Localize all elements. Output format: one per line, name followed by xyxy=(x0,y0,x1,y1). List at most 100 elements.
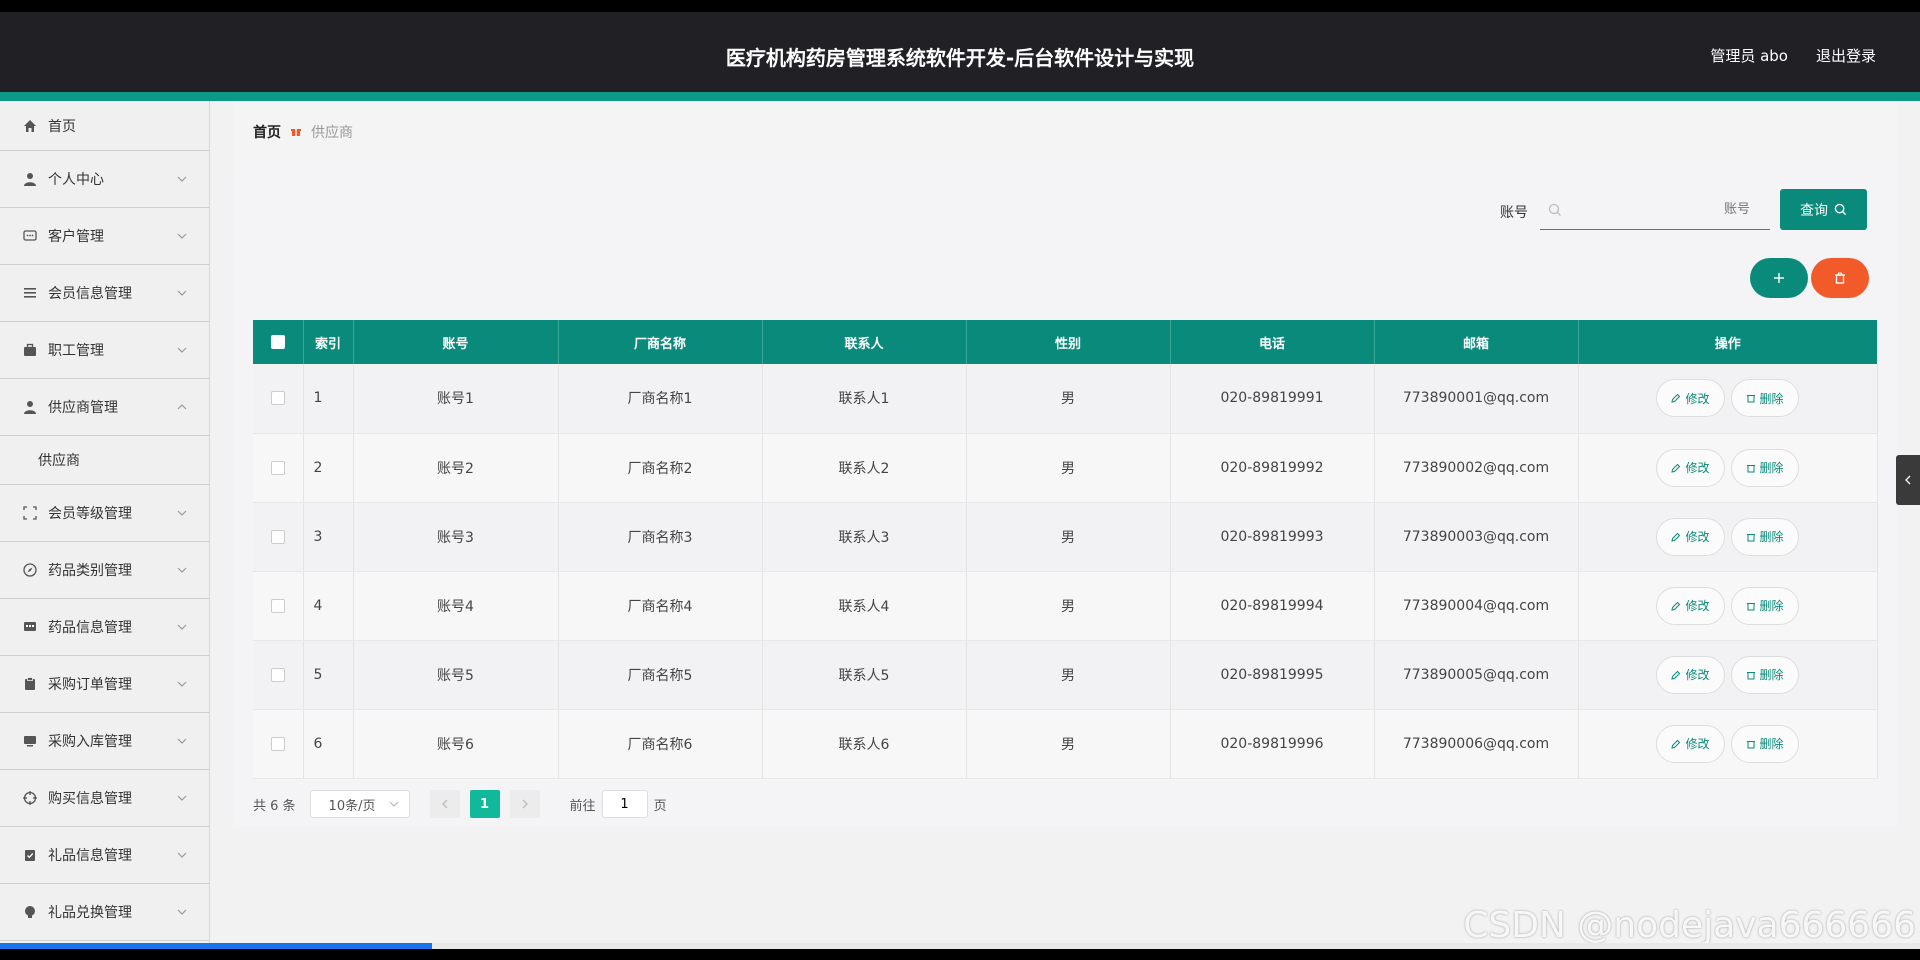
row-select-cell[interactable] xyxy=(253,709,304,779)
search-box[interactable] xyxy=(1540,190,1770,230)
edit-button[interactable]: 修改 xyxy=(1656,379,1725,418)
trash-icon xyxy=(1746,671,1755,679)
sidebar-item-12[interactable]: 礼品信息管理 xyxy=(0,827,209,884)
trash-icon xyxy=(1746,533,1755,541)
table-cell: 男 xyxy=(966,364,1171,434)
sidebar-item-6[interactable]: 会员等级管理 xyxy=(0,485,209,542)
breadcrumb-home[interactable]: 首页 xyxy=(253,122,281,142)
sidebar-item-9[interactable]: 采购订单管理 xyxy=(0,656,209,713)
table-cell: 账号6 xyxy=(353,709,559,779)
edit-button[interactable]: 修改 xyxy=(1656,517,1725,556)
table-cell: 联系人5 xyxy=(762,640,967,710)
query-button[interactable]: 查询 xyxy=(1780,189,1867,230)
page-size-value: 10条/页 xyxy=(328,798,376,814)
goto-page-input[interactable] xyxy=(601,790,648,818)
table-cell: 男 xyxy=(966,502,1171,572)
sidebar-subitem-supplier[interactable]: 供应商 xyxy=(0,436,209,485)
select-all-cell[interactable] xyxy=(253,320,304,364)
total-count: 共 6 条 xyxy=(253,798,296,814)
sidebar-item-8[interactable]: 药品信息管理 xyxy=(0,599,209,656)
clipboard-icon xyxy=(25,677,35,690)
chat-icon xyxy=(23,230,37,241)
table-cell: 联系人2 xyxy=(762,433,967,503)
row-checkbox[interactable] xyxy=(270,529,285,544)
row-checkbox[interactable] xyxy=(270,667,285,682)
row-checkbox[interactable] xyxy=(270,460,285,475)
sidebar-item-2[interactable]: 客户管理 xyxy=(0,208,209,265)
next-page-button[interactable] xyxy=(509,790,540,818)
row-select-cell[interactable] xyxy=(253,502,304,572)
watermark: CSDN @nodejava666666 xyxy=(1463,905,1916,946)
sidebar-item-label: 供应商管理 xyxy=(48,400,118,416)
header-accent-line xyxy=(0,92,1920,101)
table-cell: 773890005@qq.com xyxy=(1374,640,1579,710)
sidebar-item-4[interactable]: 职工管理 xyxy=(0,322,209,379)
table-row: 4 账号4 厂商名称4 联系人4 男 020-89819994 773890004@qq.c… xyxy=(253,571,1878,641)
table-cell: 男 xyxy=(966,571,1171,641)
chevron-down-icon xyxy=(177,176,187,182)
column-header: 电话 xyxy=(1170,320,1375,364)
sidebar-item-7[interactable]: 药品类别管理 xyxy=(0,542,209,599)
search-icon xyxy=(1834,203,1847,216)
page-number-current[interactable]: 1 xyxy=(469,790,500,818)
row-select-cell[interactable] xyxy=(253,433,304,503)
sidebar-item-0[interactable]: 首页 xyxy=(0,101,209,151)
add-button[interactable] xyxy=(1750,258,1808,298)
table-cell: 020-89819996 xyxy=(1170,709,1375,779)
sidebar-item-5[interactable]: 供应商管理 xyxy=(0,379,209,436)
edit-button-label: 修改 xyxy=(1685,599,1710,613)
sidebar-item-11[interactable]: 购买信息管理 xyxy=(0,770,209,827)
row-select-cell[interactable] xyxy=(253,364,304,434)
row-checkbox[interactable] xyxy=(270,598,285,613)
table-cell: 厂商名称1 xyxy=(558,364,763,434)
page-size-select[interactable]: 10条/页 xyxy=(309,790,410,818)
column-header: 索引 xyxy=(303,320,354,364)
edit-button[interactable]: 修改 xyxy=(1656,448,1725,487)
row-select-cell[interactable] xyxy=(253,640,304,710)
page-unit-label: 页 xyxy=(653,798,667,814)
table-cell: 厂商名称5 xyxy=(558,640,763,710)
logout-link[interactable]: 退出登录 xyxy=(1816,45,1876,66)
select-all-checkbox[interactable] xyxy=(270,335,285,349)
row-select-cell[interactable] xyxy=(253,571,304,641)
table-cell: 773890002@qq.com xyxy=(1374,433,1579,503)
search-input[interactable] xyxy=(1562,202,1770,217)
edit-button[interactable]: 修改 xyxy=(1656,655,1725,694)
sidebar-item-label: 药品信息管理 xyxy=(48,620,132,636)
delete-button[interactable]: 删除 xyxy=(1730,379,1799,418)
prev-page-button[interactable] xyxy=(429,790,460,818)
edit-button[interactable]: 修改 xyxy=(1656,724,1725,763)
chevron-up-icon xyxy=(177,404,187,410)
delete-button[interactable]: 删除 xyxy=(1730,517,1799,556)
chevron-down-icon xyxy=(177,909,187,915)
gift-icon xyxy=(291,128,301,136)
user-icon xyxy=(24,173,36,186)
chevron-down-icon xyxy=(177,795,187,801)
edit-button[interactable]: 修改 xyxy=(1656,586,1725,625)
table-cell: 厂商名称3 xyxy=(558,502,763,572)
delete-button[interactable]: 删除 xyxy=(1730,448,1799,487)
batch-delete-button[interactable] xyxy=(1811,258,1869,298)
sidebar-item-3[interactable]: 会员信息管理 xyxy=(0,265,209,322)
row-actions-cell: 修改 删除 xyxy=(1578,709,1878,779)
pagination: 共 6 条 10条/页 1 前往 页 xyxy=(253,790,667,818)
row-actions-cell: 修改 删除 xyxy=(1578,640,1878,710)
row-checkbox[interactable] xyxy=(270,391,285,406)
table-cell: 男 xyxy=(966,433,1171,503)
collapse-side-tab[interactable] xyxy=(1896,455,1920,505)
sidebar-item-13[interactable]: 礼品兑换管理 xyxy=(0,884,209,941)
delete-button[interactable]: 删除 xyxy=(1730,724,1799,763)
sidebar-item-10[interactable]: 采购入库管理 xyxy=(0,713,209,770)
delete-button-label: 删除 xyxy=(1759,461,1784,475)
table-cell: 020-89819991 xyxy=(1170,364,1375,434)
row-actions-cell: 修改 删除 xyxy=(1578,571,1878,641)
monitor-icon xyxy=(24,736,36,747)
list-icon xyxy=(24,288,36,298)
row-checkbox[interactable] xyxy=(270,736,285,751)
sidebar-item-1[interactable]: 个人中心 xyxy=(0,151,209,208)
delete-button[interactable]: 删除 xyxy=(1730,586,1799,625)
delete-button[interactable]: 删除 xyxy=(1730,655,1799,694)
pencil-icon xyxy=(1671,670,1681,680)
video-progress-fill xyxy=(0,943,432,949)
table-cell: 联系人6 xyxy=(762,709,967,779)
